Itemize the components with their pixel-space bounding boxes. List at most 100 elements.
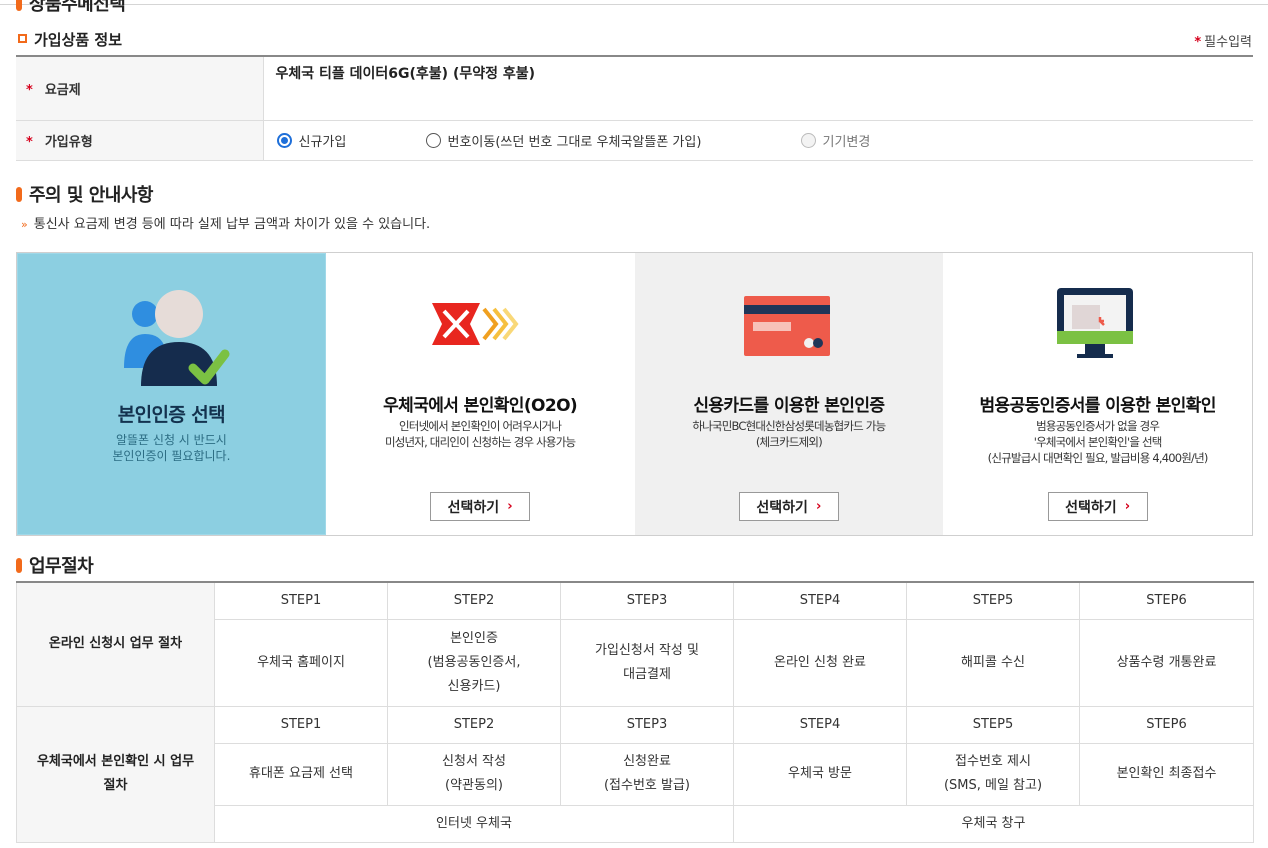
chevron-right-icon: › [815,499,822,514]
post-procedure-label: 우체국에서 본인확인 시 업무 절차 [16,705,215,843]
product-section-title: 가입상품 정보 [18,29,122,50]
procedure-table: 온라인 신청시 업무 절차 STEP1 STEP2 STEP3 STEP4 ST… [16,581,1254,843]
auth-card-desc-line: 범용공동인증서가 없을 경우 [1036,419,1160,433]
step-header: STEP5 [906,705,1080,744]
join-type-options: 신규가입 번호이동(쓰던 번호 그대로 우체국알뜰폰 가입) 기기변경 [263,120,1253,161]
step-header: STEP3 [560,705,734,744]
cell-line: 접수번호 제시 [955,754,1031,769]
select-button-label: 선택하기 [1065,499,1117,516]
auth-intro-desc-line: 알뜰폰 신청 시 반드시 [115,433,227,447]
double-chevron-icon: » [21,218,28,231]
cell-line: 휴대폰 요금제 선택 [249,766,353,781]
cell-line: 신청완료 [623,754,671,769]
auth-card-desc: 하나국민BC현대신한삼성롯데농협카드 가능 (체크카드제외) [635,418,944,450]
select-credit-card-button[interactable]: 선택하기 › [738,492,839,521]
cell-line: 우체국 홈페이지 [257,654,345,670]
radio-new-join-label: 신규가입 [298,134,347,150]
cell-line: 해피콜 수신 [961,654,1025,670]
chevron-right-icon: › [507,499,513,514]
auth-card-desc-line: 하나국민BC현대신한삼성롯데농협카드 가능 [692,419,886,433]
radio-number-port[interactable]: 번호이동(쓰던 번호 그대로 우체국알뜰폰 가입) [425,131,801,150]
cell-line: (범용공동인증서, [427,654,521,670]
cell-line: 상품수령 개통완료 [1116,654,1217,670]
square-bullet-icon [18,34,27,43]
post-step-cell: 우체국 방문 [733,742,907,806]
radio-selected-icon[interactable] [276,132,292,148]
cell-line: 대금결제 [623,666,671,682]
cell-line: 우체국 방문 [788,766,852,781]
auth-intro-desc-line: 본인인증이 필요합니다. [112,449,231,463]
step-header: STEP2 [387,581,561,620]
notice-text: » 통신사 요금제 변경 등에 따라 실제 납부 금액과 차이가 있을 수 있습니… [21,213,430,232]
step-header: STEP1 [214,581,388,620]
online-step-cell: 상품수령 개통완료 [1079,618,1254,707]
required-note-text: 필수입력 [1204,35,1252,50]
radio-number-port-label: 번호이동(쓰던 번호 그대로 우체국알뜰폰 가입) [447,134,702,150]
procedure-title-text: 업무절차 [29,556,94,577]
product-section-title-text: 가입상품 정보 [34,31,123,49]
step-header: STEP2 [387,705,561,744]
notice-text-body: 통신사 요금제 변경 등에 따라 실제 납부 금액과 차이가 있을 수 있습니다… [33,217,431,232]
post-step-cell: 본인확인 최종접수 [1079,742,1254,806]
post-step-cell: 신청서 작성 (약관동의) [387,742,561,806]
cut-section-title: 상품주메선택 [16,0,126,16]
auth-intro-desc: 알뜰폰 신청 시 반드시본인인증이 필요합니다. [18,432,325,464]
online-procedure-label: 온라인 신청시 업무 절차 [16,581,215,707]
radio-disabled-icon [800,132,816,148]
channel-internet: 인터넷 우체국 [214,804,734,843]
cell-line: 신청서 작성 [442,754,506,769]
cell-line: 가입신청서 작성 및 [595,642,699,658]
post-office-logo-icon [431,303,519,345]
cell-line: 신용카드) [447,678,501,694]
step-header: STEP4 [733,705,907,744]
users-check-icon [124,290,230,386]
auth-card-title: 범용공동인증서를 이용한 본인확인 [979,396,1217,416]
join-type-label-cell: * 가입유형 [16,120,264,161]
auth-card-desc-line: 미성년자, 대리인이 신청하는 경우 사용가능 [384,435,576,449]
step-header: STEP6 [1079,705,1254,744]
section-bar-icon [16,0,22,11]
cell-line: 우체국에서 본인확인 시 업무 [36,754,195,769]
radio-device-change-label: 기기변경 [822,134,871,150]
section-bar-icon [16,186,22,202]
online-step-cell: 가입신청서 작성 및대금결제 [560,618,734,707]
certificate-monitor-icon [1057,288,1134,358]
select-button-label: 선택하기 [447,499,500,516]
auth-card-title: 신용카드를 이용한 본인인증 [693,396,885,416]
cell-line: 온라인 신청 완료 [774,654,866,670]
auth-card-title: 우체국에서 본인확인(O2O) [383,396,578,416]
notice-section-title: 주의 및 안내사항 [16,181,153,207]
auth-card-post-office: 우체국에서 본인확인(O2O) 인터넷에서 본인확인이 어려우시거나미성년자, … [326,253,635,535]
plan-label: 요금제 [44,82,81,98]
auth-intro-title: 본인인증 선택 [117,404,226,426]
table-row: 온라인 신청시 업무 절차 STEP1 STEP2 STEP3 STEP4 ST… [16,581,1254,707]
channel-counter: 우체국 창구 [733,804,1254,843]
post-step-cell: 신청완료 (접수번호 발급) [560,742,734,806]
auth-options: 본인인증 선택 알뜰폰 신청 시 반드시본인인증이 필요합니다. 우체국에서 본… [16,252,1253,536]
join-type-label: 가입유형 [44,134,93,150]
online-step-cell: 온라인 신청 완료 [733,618,907,707]
cell-line: (SMS, 메일 참고) [943,778,1043,793]
auth-card-desc-line: 인터넷에서 본인확인이 어려우시거나 [399,419,562,433]
procedure-section-title: 업무절차 [16,552,94,578]
step-header: STEP4 [733,581,907,620]
select-post-office-button[interactable]: 선택하기 › [430,492,531,521]
cell-line: 본인인증 [450,630,498,646]
required-star-icon: * [26,82,33,98]
plan-label-cell: * 요금제 [16,56,264,121]
required-note: * 필수입력 [1194,31,1252,50]
online-step-cell: 해피콜 수신 [906,618,1080,707]
table-row: 우체국에서 본인확인 시 업무 절차 STEP1 STEP2 STEP3 STEP… [16,705,1254,843]
notice-title-text: 주의 및 안내사항 [29,185,153,206]
cell-line: (접수번호 발급) [603,778,691,793]
auth-card-certificate: 범용공동인증서를 이용한 본인확인 범용공동인증서가 없을 경우 '우체국에서 본… [943,253,1252,535]
online-step-cell: 본인인증 (범용공동인증서, 신용카드) [387,618,561,707]
radio-new-join[interactable]: 신규가입 [276,131,426,150]
select-certificate-button[interactable]: 선택하기 › [1047,492,1148,521]
section-bar-icon [16,557,22,573]
select-button-label: 선택하기 [756,499,808,516]
radio-unselected-icon[interactable] [425,132,441,148]
post-step-cell: 휴대폰 요금제 선택 [214,742,388,806]
auth-intro-card: 본인인증 선택 알뜰폰 신청 시 반드시본인인증이 필요합니다. [17,253,326,535]
required-star-icon: * [26,134,33,150]
